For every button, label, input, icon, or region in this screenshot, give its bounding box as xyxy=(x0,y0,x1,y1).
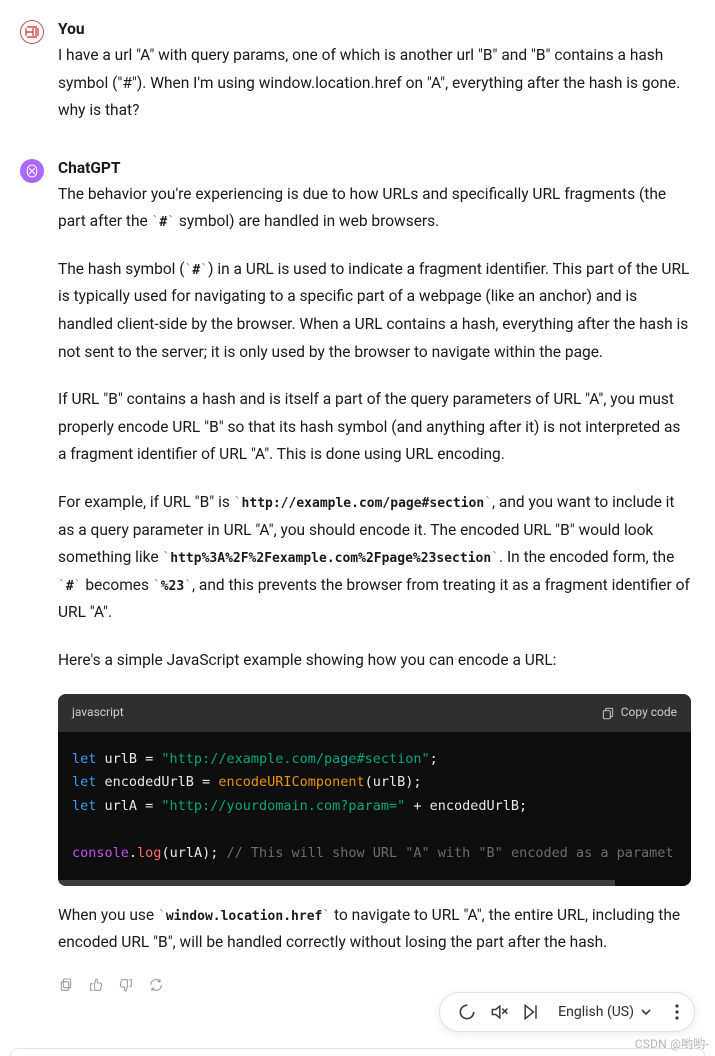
assistant-p1: The behavior you're experiencing is due … xyxy=(58,181,691,236)
chevron-down-icon xyxy=(640,1006,652,1018)
inline-code: # xyxy=(152,215,175,230)
assistant-p6: When you use window.location.href to nav… xyxy=(58,902,691,957)
regenerate-button[interactable] xyxy=(148,977,164,993)
thumbs-up-button[interactable] xyxy=(88,977,104,993)
conversation-thread: You I have a url "A" with query params, … xyxy=(0,0,715,993)
refresh-icon xyxy=(148,977,164,993)
loading-spinner-icon[interactable] xyxy=(456,1001,478,1023)
assistant-turn-body: ChatGPT The behavior you're experiencing… xyxy=(58,159,691,993)
more-options-button[interactable] xyxy=(668,1001,686,1023)
chat-input-top-edge[interactable] xyxy=(10,1048,705,1056)
text-span: becomes xyxy=(81,576,152,594)
inline-code: http://example.com/page#section xyxy=(234,496,492,511)
code-token: // This will show URL "A" with "B" encod… xyxy=(226,845,673,861)
user-message-text: I have a url "A" with query params, one … xyxy=(58,42,691,125)
language-select[interactable]: English (US) xyxy=(552,1004,658,1020)
watermark-text: CSDN @哟哟- xyxy=(635,1035,709,1052)
inline-code: http%3A%2F%2Fexample.com%2Fpage%23sectio… xyxy=(162,551,499,566)
assistant-p2: The hash symbol (#) in a URL is used to … xyxy=(58,256,691,366)
user-avatar-icon xyxy=(20,20,44,44)
thumbs-up-icon xyxy=(88,977,104,993)
code-token: encodeURIComponent xyxy=(218,774,364,790)
text-span: For example, if URL "B" is xyxy=(58,493,234,511)
code-token: let xyxy=(72,798,96,814)
code-block: javascript Copy code let urlB = "http://… xyxy=(58,694,691,885)
code-header: javascript Copy code xyxy=(58,694,691,731)
text-span: . In the encoded form, the xyxy=(499,548,674,566)
user-turn: You I have a url "A" with query params, … xyxy=(20,20,691,125)
code-body[interactable]: let urlB = "http://example.com/page#sect… xyxy=(58,732,691,886)
code-token: (urlA); xyxy=(161,845,226,861)
user-author-label: You xyxy=(58,20,691,38)
code-language-label: javascript xyxy=(72,702,124,723)
text-span: When you use xyxy=(58,906,158,924)
skip-forward-icon xyxy=(521,1002,541,1022)
code-token: . xyxy=(129,845,137,861)
assistant-p4: For example, if URL "B" is http://exampl… xyxy=(58,489,691,627)
assistant-p3: If URL "B" contains a hash and is itself… xyxy=(58,386,691,469)
code-token: (urlB); xyxy=(365,774,422,790)
skip-button[interactable] xyxy=(520,1001,542,1023)
assistant-author-label: ChatGPT xyxy=(58,159,691,177)
code-token: console xyxy=(72,845,129,861)
inline-code: window.location.href xyxy=(158,909,330,924)
code-content: let urlB = "http://example.com/page#sect… xyxy=(72,748,677,866)
code-token: urlA = xyxy=(96,798,161,814)
vertical-dots-icon xyxy=(675,1004,679,1020)
code-token: urlB = xyxy=(96,751,161,767)
user-avatar xyxy=(20,20,44,44)
clipboard-icon xyxy=(58,977,74,993)
tts-language-bar: English (US) xyxy=(439,992,695,1032)
code-token: + encodedUrlB; xyxy=(405,798,527,814)
code-token: "http://yourdomain.com?param=" xyxy=(161,798,405,814)
user-message: I have a url "A" with query params, one … xyxy=(58,42,691,125)
chatgpt-logo-icon xyxy=(24,163,40,179)
mute-button[interactable] xyxy=(488,1001,510,1023)
clipboard-icon xyxy=(601,706,615,720)
assistant-avatar xyxy=(20,159,44,183)
code-token: encodedUrlB = xyxy=(96,774,218,790)
copy-code-button[interactable]: Copy code xyxy=(601,702,677,723)
speaker-muted-icon xyxy=(489,1002,509,1022)
message-feedback-bar xyxy=(58,977,691,993)
code-token: let xyxy=(72,774,96,790)
code-token: let xyxy=(72,751,96,767)
inline-code: # xyxy=(58,579,81,594)
text-span: The hash symbol ( xyxy=(58,260,185,278)
text-span: symbol) are handled in web browsers. xyxy=(175,212,439,230)
code-token: log xyxy=(137,845,161,861)
code-token: ; xyxy=(430,751,438,767)
assistant-p5: Here's a simple JavaScript example showi… xyxy=(58,647,691,675)
thumbs-down-icon xyxy=(118,977,134,993)
assistant-turn: ChatGPT The behavior you're experiencing… xyxy=(20,159,691,993)
copy-code-label: Copy code xyxy=(621,702,677,723)
assistant-message: The behavior you're experiencing is due … xyxy=(58,181,691,993)
user-turn-body: You I have a url "A" with query params, … xyxy=(58,20,691,125)
language-select-label: English (US) xyxy=(558,1004,634,1020)
inline-code: # xyxy=(185,263,208,278)
thumbs-down-button[interactable] xyxy=(118,977,134,993)
code-token: "http://example.com/page#section" xyxy=(161,751,429,767)
inline-code: %23 xyxy=(153,579,192,594)
code-horizontal-scrollbar[interactable] xyxy=(58,880,615,886)
copy-message-button[interactable] xyxy=(58,977,74,993)
